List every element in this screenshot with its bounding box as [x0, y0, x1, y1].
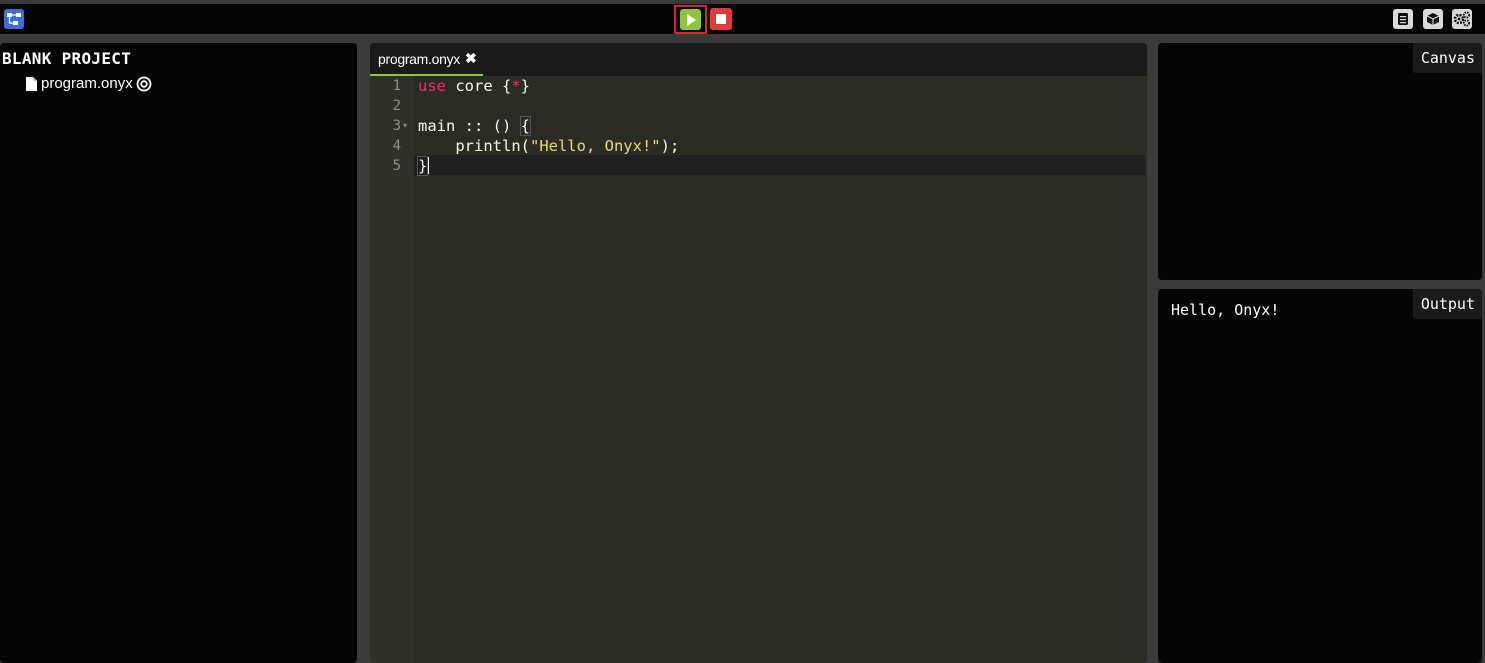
code-text: core { [446, 77, 512, 95]
file-name: program.onyx [41, 75, 133, 92]
code-line-4: println("Hello, Onyx!"); [418, 136, 679, 156]
matching-brace: } [416, 156, 429, 176]
file-item-program-onyx[interactable]: program.onyx [25, 75, 152, 92]
run-icon [686, 13, 696, 26]
code-line-5: } [416, 156, 430, 176]
project-tree-icon [7, 13, 21, 25]
stop-icon [716, 14, 726, 24]
code-line-3: main :: () { [418, 116, 532, 136]
output-text: Hello, Onyx! [1171, 301, 1280, 319]
code-text: println( [418, 137, 530, 155]
stop-button[interactable] [710, 8, 732, 30]
project-tree-button[interactable] [4, 9, 24, 29]
top-toolbar [0, 0, 1485, 37]
package-button[interactable] [1423, 9, 1443, 29]
wildcard-star: * [511, 77, 521, 95]
editor-tab-bar: program.onyx ✖ [370, 43, 1147, 76]
tab-label: program.onyx [378, 50, 460, 67]
settings-icon [1453, 11, 1471, 27]
canvas-panel: Canvas [1158, 43, 1482, 280]
tab-program-onyx[interactable]: program.onyx ✖ [370, 43, 483, 76]
canvas-label: Canvas [1412, 43, 1482, 73]
docs-icon [1398, 13, 1408, 25]
file-explorer-panel: BLANK PROJECT program.onyx [0, 43, 357, 663]
run-button-highlight [674, 5, 707, 34]
code-text: ); [660, 137, 680, 155]
code-text: main :: () [418, 117, 521, 135]
target-icon[interactable] [136, 76, 152, 92]
line-number: 4 [392, 138, 401, 154]
line-number: 1 [392, 78, 401, 94]
fold-arrow-icon[interactable]: ▾ [403, 116, 407, 136]
matching-brace: { [519, 116, 532, 136]
run-button[interactable] [680, 9, 701, 30]
docs-button[interactable] [1393, 9, 1413, 29]
code-text: } [520, 77, 531, 95]
text-cursor [428, 157, 430, 174]
file-icon [26, 76, 37, 91]
line-number: 5 [392, 158, 401, 174]
toolbar-bar [0, 4, 1485, 34]
settings-button[interactable] [1452, 9, 1472, 29]
code-text-area[interactable]: use core {*} main :: () { println("Hello… [414, 76, 1145, 663]
project-title: BLANK PROJECT [2, 49, 132, 68]
package-icon [1426, 13, 1440, 25]
line-number: 3 [392, 118, 401, 134]
code-editor-panel: program.onyx ✖ 1 2 3 ▾ 4 5 use core {*} … [370, 43, 1147, 663]
output-panel: Output Hello, Onyx! [1158, 289, 1482, 663]
keyword-use: use [418, 77, 446, 95]
line-number: 2 [392, 98, 401, 114]
code-line-1: use core {*} [418, 76, 530, 96]
close-icon[interactable]: ✖ [465, 50, 477, 67]
output-label: Output [1412, 289, 1482, 319]
string-literal: "Hello, Onyx!" [529, 137, 661, 155]
line-number-gutter: 1 2 3 ▾ 4 5 [370, 76, 414, 663]
